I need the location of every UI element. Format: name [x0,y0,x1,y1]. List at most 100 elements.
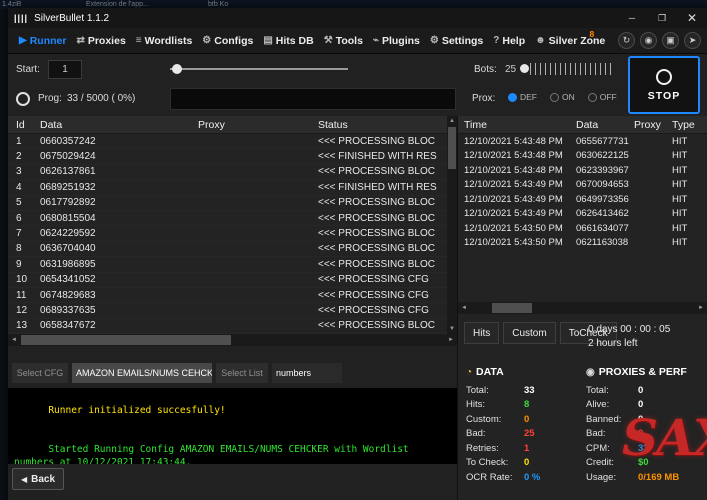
prox-off-radio[interactable]: OFF [588,92,617,102]
cell-data: 0630622125 [576,150,634,161]
slider-knob[interactable] [172,64,182,74]
cell-id: 1 [8,136,40,147]
table-row[interactable]: 12/10/2021 5:43:48 PM 0623393967 HIT [458,163,707,178]
nav-item-hits-db[interactable]: ▤ Hits DB [258,28,318,53]
tab-custom[interactable]: Custom [503,322,555,344]
table-row[interactable]: 3 0626137861 <<< PROCESSING BLOC [8,165,447,180]
column-header-type[interactable]: Type [672,119,707,131]
back-button[interactable]: ◀ Back [12,468,64,490]
nav-item-label: Proxies [88,35,126,47]
table-row[interactable]: 12/10/2021 5:43:49 PM 0649973356 HIT [458,192,707,207]
start-slider[interactable] [170,60,348,78]
stat-value: 8 [524,399,529,410]
column-header-data[interactable]: Data [40,119,198,131]
column-header-status[interactable]: Status [318,119,447,131]
cell-id: 3 [8,166,40,177]
scroll-up-icon[interactable]: ▲ [447,116,457,126]
prox-on-radio[interactable]: ON [550,92,575,102]
scrollbar-thumb[interactable] [21,335,231,345]
stat-value: 0 % [524,472,540,483]
bots-label: Bots: [474,64,497,75]
table-row[interactable]: 1 0660357242 <<< PROCESSING BLOC [8,134,447,149]
hits-pane: Time Data Proxy Type 12/10/2021 5:43:48 … [457,116,707,500]
table-row[interactable]: 13 0658347672 <<< PROCESSING BLOC [8,319,447,334]
table-row[interactable]: 12/10/2021 5:43:50 PM 0621163038 HIT [458,236,707,251]
bots-slider[interactable] [520,60,612,78]
horizontal-scrollbar[interactable]: ◄ ► [8,334,457,346]
slider-knob[interactable] [520,64,529,73]
nav-item-icon: ⚒ [324,35,333,46]
table-row[interactable]: 7 0624229592 <<< PROCESSING BLOC [8,226,447,241]
column-header-data[interactable]: Data [576,119,634,131]
cell-type: HIT [672,150,707,161]
maximize-button[interactable]: ❐ [647,8,677,28]
stat-row: Total: 0 [586,383,706,398]
table-row[interactable]: 12/10/2021 5:43:48 PM 0630622125 HIT [458,149,707,164]
stat-value: $0 [638,457,649,468]
table-row[interactable]: 12/10/2021 5:43:48 PM 0655677731 HIT [458,134,707,149]
stat-label: Total: [466,385,524,396]
nav-item-tools[interactable]: ⚒ Tools [319,28,368,53]
table-row[interactable]: 8 0636704040 <<< PROCESSING BLOC [8,242,447,257]
table-row[interactable]: 5 0617792892 <<< PROCESSING BLOC [8,196,447,211]
nav-item-icon: ☻ [535,35,546,46]
horizontal-scrollbar[interactable]: ◄ ► [458,302,707,314]
nav-item-wordlists[interactable]: ≡ Wordlists [131,28,198,53]
remaining-time: 2 hours left [588,337,670,351]
close-button[interactable]: ✕ [677,8,707,28]
telegram-icon[interactable]: ➤ [684,32,701,49]
camera-icon[interactable]: ◉ [640,32,657,49]
tab-hits[interactable]: Hits [464,322,499,344]
nav-item-settings[interactable]: ⚙ Settings [425,28,488,53]
select-list-button[interactable]: Select List [216,363,268,383]
nav-item-proxies[interactable]: ⇄ Proxies [71,28,130,53]
table-row[interactable]: 6 0680815504 <<< PROCESSING BLOC [8,211,447,226]
cell-time: 12/10/2021 5:43:50 PM [458,223,576,234]
minimize-button[interactable]: ─ [617,8,647,28]
table-row[interactable]: 12/10/2021 5:43:49 PM 0670094653 HIT [458,178,707,193]
nav-item-label: Hits DB [276,35,314,47]
vertical-scrollbar[interactable]: ▲ ▼ [447,116,457,334]
stat-row: Hits: 8 [466,398,584,413]
nav-item-icon: ▤ [263,35,272,46]
prox-def-radio[interactable]: DEF [508,92,537,102]
select-cfg-button[interactable]: Select CFG [12,363,68,383]
table-row[interactable]: 4 0689251932 <<< FINISHED WITH RES [8,180,447,195]
stat-value: 0 [638,385,643,396]
scrollbar-thumb[interactable] [448,127,456,169]
table-row[interactable]: 12/10/2021 5:43:49 PM 0626413462 HIT [458,207,707,222]
capture-icon[interactable]: ▣ [662,32,679,49]
scroll-down-icon[interactable]: ▼ [447,324,457,334]
scroll-left-icon[interactable]: ◄ [8,334,20,346]
table-row[interactable]: 10 0654341052 <<< PROCESSING CFG [8,273,447,288]
stat-label: Custom: [466,414,524,425]
table-row[interactable]: 12 0689337635 <<< PROCESSING CFG [8,303,447,318]
table-row[interactable]: 11 0674829683 <<< PROCESSING CFG [8,288,447,303]
scrollbar-thumb[interactable] [492,303,532,313]
nav-item-silver-zone[interactable]: ☻ Silver Zone 8 [530,28,610,53]
column-header-proxy[interactable]: Proxy [198,119,318,131]
config-name-value[interactable]: AMAZON EMAILS/NUMS CEHCKER [72,363,212,383]
nav-item-configs[interactable]: ⚙ Configs [197,28,258,53]
table-row[interactable]: 9 0631986895 <<< PROCESSING BLOC [8,257,447,272]
scroll-right-icon[interactable]: ► [445,334,457,346]
table-row[interactable]: 2 0675029424 <<< FINISHED WITH RES [8,149,447,164]
titlebar: |||| SilverBullet 1.1.2 ─ ❐ ✕ [8,8,707,28]
table-row[interactable]: 12/10/2021 5:43:50 PM 0661634077 HIT [458,221,707,236]
start-input[interactable] [48,60,82,79]
stat-value: 0 [638,428,643,439]
nav-item-help[interactable]: ? Help [488,28,530,53]
column-header-proxy[interactable]: Proxy [634,119,672,131]
cell-type: HIT [672,136,707,147]
radio-label: DEF [520,92,537,102]
cell-type: HIT [672,179,707,190]
history-icon[interactable]: ↻ [618,32,635,49]
scroll-right-icon[interactable]: ► [695,302,707,314]
nav-item-runner[interactable]: ▶ Runner [14,28,71,53]
scroll-left-icon[interactable]: ◄ [458,302,470,314]
nav-item-plugins[interactable]: ⌁ Plugins [368,28,425,53]
column-header-id[interactable]: Id [8,119,40,131]
wordlist-name-value[interactable]: numbers [272,363,342,383]
cell-data: 0626137861 [40,166,198,177]
column-header-time[interactable]: Time [458,119,576,131]
